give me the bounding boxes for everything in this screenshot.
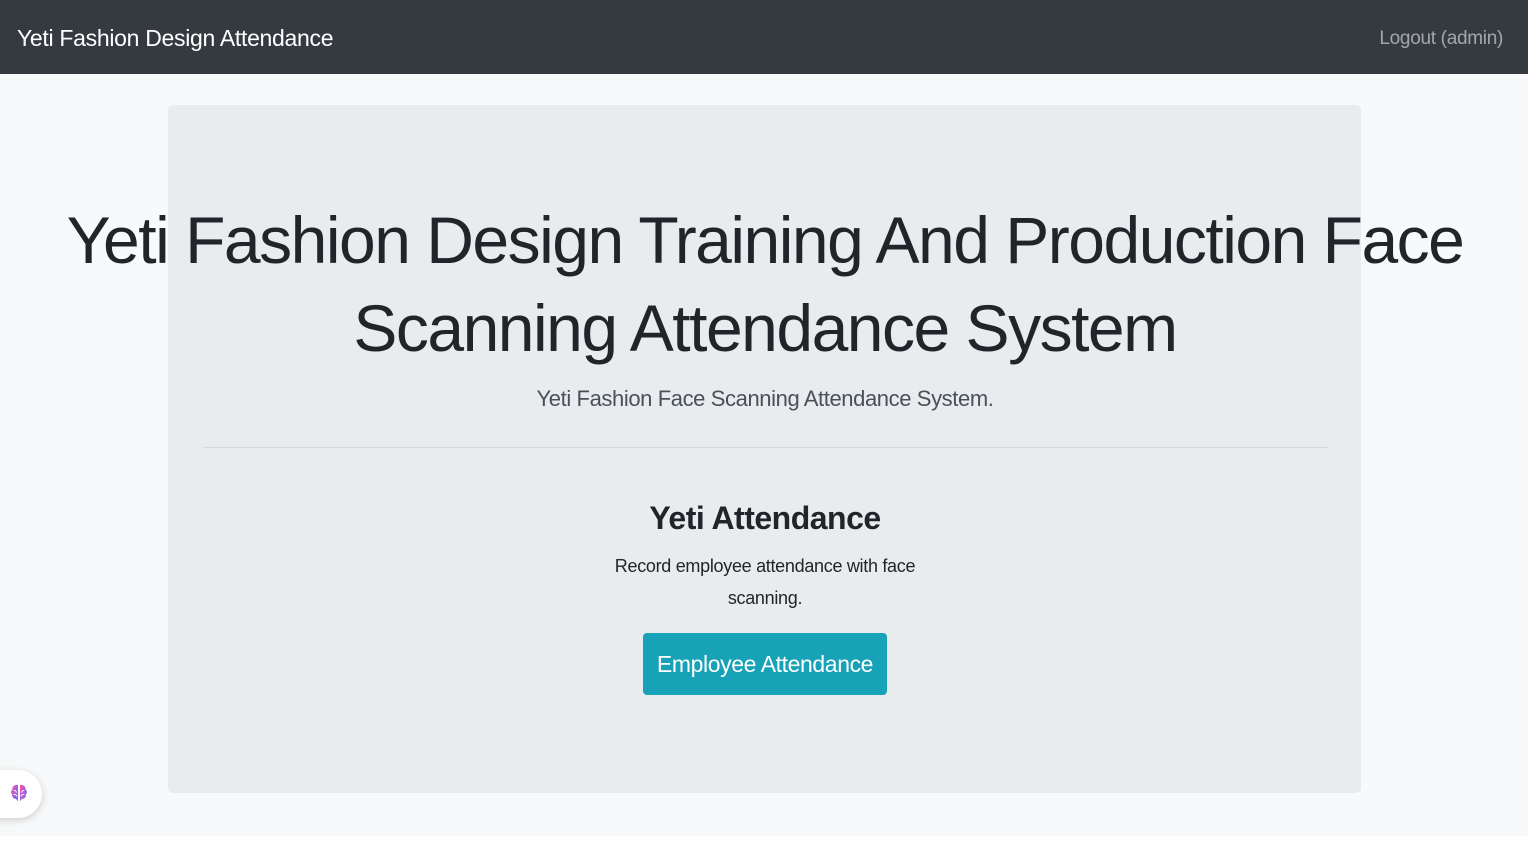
section-description: Record employee attendance with face sca… [614,556,916,608]
divider [203,447,1328,448]
top-navbar: Yeti Fashion Design Attendance Logout (a… [0,0,1528,74]
app-frame: Yeti Fashion Design Attendance Logout (a… [0,0,1528,836]
page-title: Yeti Fashion Design Training And Product… [66,203,1465,365]
employee-attendance-button[interactable]: Employee Attendance [643,633,887,695]
logout-link[interactable]: Logout (admin) [1379,25,1503,53]
navbar-brand[interactable]: Yeti Fashion Design Attendance [17,22,334,54]
section-title: Yeti Attendance [649,500,881,536]
page-subtitle: Yeti Fashion Face Scanning Attendance Sy… [536,386,994,411]
brain-icon [11,784,27,801]
